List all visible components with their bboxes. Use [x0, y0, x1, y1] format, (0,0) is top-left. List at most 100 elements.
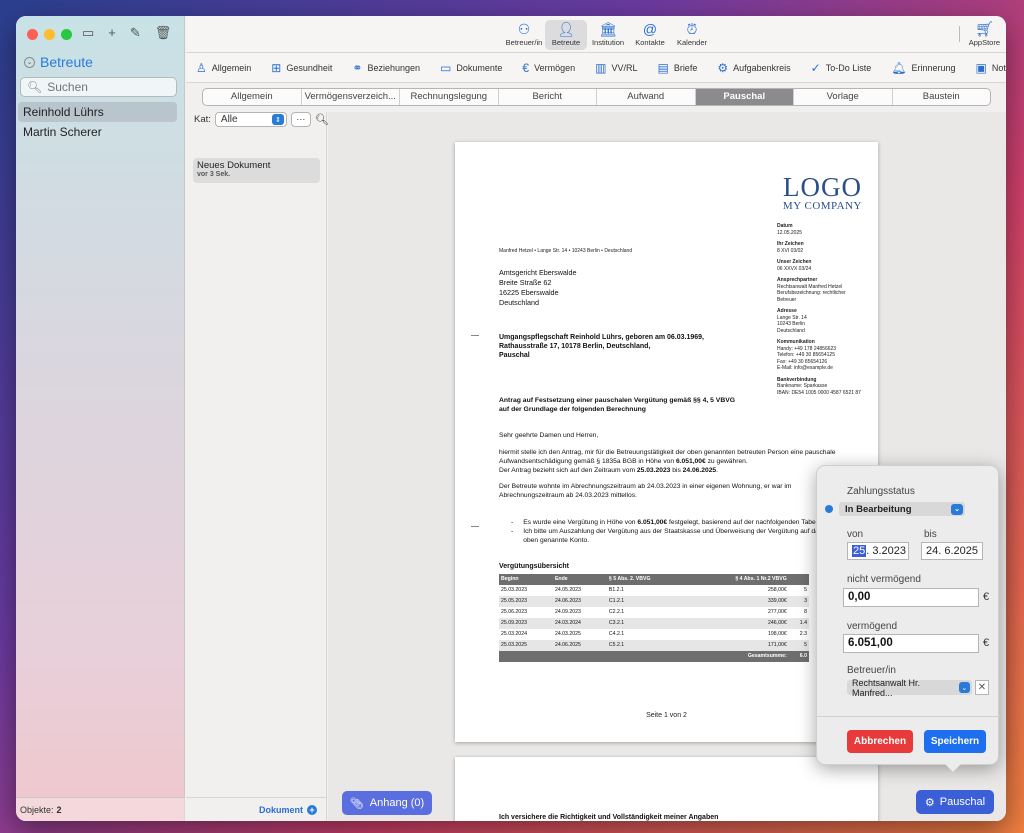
not-wealthy-input[interactable]: 0,00	[843, 588, 979, 607]
page-number: Seite 1 von 2	[646, 712, 687, 719]
checkmark-circle-icon: ✓	[810, 60, 821, 75]
people-icon: ⚇	[517, 21, 531, 37]
nav-allgemein[interactable]: ♙ Allgemein	[186, 61, 261, 75]
toolbar-label: Betreute	[551, 38, 581, 47]
category-select[interactable]: Alle ⇕	[214, 112, 287, 127]
nav-label: Dokumente	[456, 62, 503, 73]
toolbar-betreute[interactable]: 👤︎ Betreute	[545, 20, 587, 50]
nav-dokumente[interactable]: ▭ Dokumente	[430, 61, 512, 75]
add-icon[interactable]: +	[108, 25, 116, 41]
add-document-label: Dokument	[258, 804, 303, 815]
to-date-field[interactable]: 24. 6.2025	[921, 542, 983, 560]
nav-erinnerung[interactable]: 🔔︎ Erinnerung	[881, 61, 965, 75]
pauschal-button[interactable]: ⚙ Pauschal	[916, 790, 994, 814]
segment-baustein[interactable]: Baustein	[893, 89, 991, 105]
nav-briefe[interactable]: ▤ Briefe	[647, 61, 707, 75]
wealthy-input[interactable]: 6.051,00	[843, 634, 979, 653]
trash-icon[interactable]: 🗑	[155, 25, 172, 41]
toolbar-label: Betreuer/in	[505, 38, 543, 47]
search-field[interactable]: 🔍︎	[20, 77, 177, 97]
sidebar-title[interactable]: ⌄ Betreute	[24, 54, 93, 70]
sender-line: Manfred Hetzel • Lange Str. 14 • 10243 B…	[499, 248, 633, 254]
nav-todo[interactable]: ✓ To-Do Liste	[801, 61, 882, 75]
category-label: Kat:	[194, 114, 211, 125]
table-cell: 198,00€	[768, 631, 787, 637]
clear-caregiver-button[interactable]: ✕	[975, 680, 989, 695]
info-heading: Ihr Zeichen	[777, 241, 804, 247]
caregiver-select[interactable]: Rechtsanwalt Hr. Manfred... ⌄	[847, 678, 972, 698]
status-select[interactable]: In Bearbeitung ⌄	[839, 502, 965, 516]
from-date-field[interactable]: 25. 3.2023	[847, 542, 909, 560]
table-cell: 5	[788, 640, 809, 651]
sidebar-title-label: Betreute	[40, 54, 93, 70]
sidebar-toggle-icon[interactable]: ▭	[82, 25, 94, 41]
letter-paragraph: hiermit stelle ich den Antrag, mir für d…	[499, 448, 839, 475]
subject-line: Pauschal	[499, 352, 530, 359]
logo-subtext: MY COMPANY	[782, 200, 862, 212]
chevron-down-icon: ⌄	[958, 682, 970, 693]
toolbar-divider	[959, 26, 960, 42]
nav-notiz[interactable]: ▣ Notiz	[966, 61, 1007, 75]
letter-page: LOGO MY COMPANY Datum 12.05.2025 Ihr Zeich…	[455, 142, 878, 742]
toolbar-betreuer[interactable]: ⚇ Betreuer/in	[503, 20, 545, 50]
nav-gesundheit[interactable]: ⊞ Gesundheit	[261, 61, 342, 75]
attachment-button[interactable]: 📎︎ Anhang (0)	[342, 791, 432, 815]
segment-aufwand[interactable]: Aufwand	[597, 89, 696, 105]
table-header-cell: Ende	[552, 574, 607, 585]
list-item-person[interactable]: Reinhold Lührs	[18, 102, 177, 122]
at-icon: @	[642, 21, 658, 37]
table-cell: 3	[788, 596, 809, 607]
toolbar-label: Institution	[591, 38, 625, 47]
objects-count: 2	[56, 804, 62, 815]
to-label: bis	[924, 529, 937, 540]
nav-beziehungen[interactable]: ⚭ Beziehungen	[342, 61, 430, 75]
nav-vermoegen[interactable]: € Vermögen	[512, 61, 585, 75]
status-label: Zahlungsstatus	[847, 486, 915, 497]
add-document-button[interactable]: Dokument +	[186, 797, 327, 821]
table-cell: C1.2.1	[606, 596, 689, 607]
search-input[interactable]	[47, 80, 168, 94]
chevron-circle-icon[interactable]: ⌄	[24, 56, 35, 68]
cancel-button[interactable]: Abbrechen	[847, 730, 913, 753]
nav-label: Erinnerung	[911, 62, 956, 73]
toolbar-kontakte[interactable]: @ Kontakte	[629, 20, 671, 50]
segment-vermoegensverzeichnis[interactable]: Vermögensverzeich...	[302, 89, 400, 105]
list-item-document[interactable]: Neues Dokument vor 3 Sek.	[193, 158, 320, 183]
para-text: bis	[670, 467, 683, 474]
zoom-window-button[interactable]	[61, 29, 72, 40]
segment-allgemein[interactable]: Allgemein	[203, 89, 302, 105]
segment-pauschal[interactable]: Pauschal	[695, 89, 794, 105]
bullet-text: festgelegt, basierend auf der nachfolgen…	[667, 519, 825, 526]
search-icon: 🔍︎	[27, 80, 43, 94]
segment-bericht[interactable]: Bericht	[499, 89, 597, 105]
edit-pencil-icon[interactable]: ✎	[130, 25, 141, 41]
nav-aufgabenkreis[interactable]: ⚙ Aufgabenkreis	[707, 61, 800, 75]
table-cell: 25.03.2024	[501, 631, 527, 637]
toolbar-kalender[interactable]: ⏰︎ Kalender	[671, 20, 713, 50]
more-options-button[interactable]: ···	[290, 112, 311, 127]
from-label: von	[847, 529, 864, 540]
info-heading: Unser Zeichen	[777, 259, 812, 265]
nav-vvrl[interactable]: ▥ VV/RL	[585, 61, 647, 75]
search-icon[interactable]: 🔍︎	[315, 113, 329, 126]
info-heading: Bankverbindung	[777, 376, 817, 383]
close-window-button[interactable]	[27, 29, 38, 40]
segment-rechnungslegung[interactable]: Rechnungslegung	[400, 89, 499, 105]
list-item-person[interactable]: Martin Scherer	[18, 122, 177, 142]
table-header-cell: § 5 Abs. 2. VBVG	[606, 574, 689, 585]
recipient-line: Breite Straße 62	[499, 278, 552, 287]
save-button[interactable]: Speichern	[924, 730, 986, 753]
appstore-button[interactable]: 🛒︎ AppStore	[969, 20, 1000, 47]
segment-vorlage[interactable]: Vorlage	[794, 89, 893, 105]
letter-subject: Umgangspflegschaft Reinhold Lührs, gebor…	[499, 333, 839, 360]
bullet-amount: 6.051,00€	[637, 519, 668, 526]
table-cell: 24.05.2023	[554, 587, 581, 593]
document-date: vor 3 Sek.	[197, 171, 231, 178]
category-filter: Kat: Alle ⇕ ··· 🔍︎	[194, 112, 329, 127]
document-title: Neues Dokument	[197, 160, 271, 171]
table-cell: 25.09.2023	[499, 618, 553, 629]
table-row: 25.03.2023 24.05.2023 B1.2.1 258,00€ 5	[499, 585, 809, 596]
info-section: Adresse Lange Str. 14 10243 Berlin Deutschl…	[777, 308, 875, 334]
toolbar-institution[interactable]: 🏛︎ Institution	[587, 20, 629, 50]
minimize-window-button[interactable]	[44, 29, 55, 40]
